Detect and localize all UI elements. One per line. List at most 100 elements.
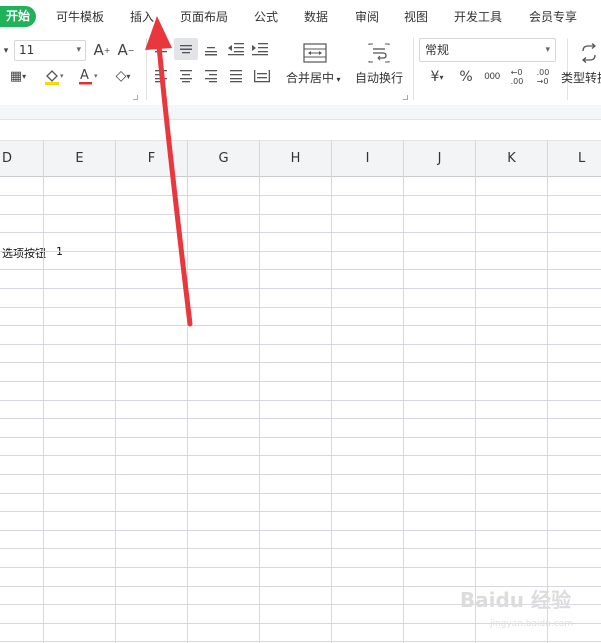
column-header-d[interactable]: D	[0, 141, 44, 177]
row-gridline	[0, 400, 601, 401]
column-header-k[interactable]: K	[476, 141, 548, 177]
tab-formulas[interactable]: 公式	[254, 8, 278, 25]
row-gridline	[0, 530, 601, 531]
row-gridline	[0, 195, 601, 196]
tab-review[interactable]: 审阅	[355, 8, 379, 25]
column-header-h[interactable]: H	[260, 141, 332, 177]
alignment-dialog-launcher-icon[interactable]	[403, 95, 408, 100]
sheet-grid[interactable]: 选项按钮 1	[0, 177, 601, 643]
wrap-text-icon[interactable]	[366, 41, 392, 65]
tab-view[interactable]: 视图	[404, 8, 428, 25]
row-gridline	[0, 511, 601, 512]
align-middle-icon[interactable]	[174, 38, 198, 60]
row-gridline	[0, 214, 601, 215]
merge-center-button[interactable]: 合并居中 ▾	[286, 69, 341, 86]
ribbon-gap	[0, 105, 601, 119]
chevron-down-icon: ▾	[76, 45, 81, 55]
type-convert-icon[interactable]	[578, 41, 600, 65]
increase-font-icon[interactable]: A +	[92, 40, 112, 60]
chevron-down-icon: ▾	[545, 45, 550, 55]
font-color-icon[interactable]: A ▾	[74, 66, 102, 86]
thousands-separator-button[interactable]: 000	[482, 67, 502, 87]
row-gridline	[0, 418, 601, 419]
currency-icon: ¥	[430, 69, 440, 85]
column-header-row: D E F G H I J K L	[0, 141, 601, 177]
eraser-icon[interactable]: ◇ ▾	[108, 66, 138, 86]
column-gridline	[547, 177, 548, 643]
fill-color-icon[interactable]: ▾	[40, 66, 68, 86]
column-gridline	[475, 177, 476, 643]
row-gridline	[0, 232, 601, 233]
justify-icon[interactable]	[227, 66, 245, 86]
cell-d-text[interactable]: 选项按钮	[2, 245, 46, 261]
column-header-f[interactable]: F	[116, 141, 188, 177]
ribbon-toolbar: ▾ 11 ▾ A + A − ▦ ▾ ▾ A ▾ ◇ ▾ 合并居中 ▾ 自动换行…	[0, 33, 601, 105]
currency-format-button[interactable]: ¥ ▾	[423, 67, 451, 87]
column-gridline	[331, 177, 332, 643]
decrease-indent-icon[interactable]	[226, 39, 246, 59]
column-gridline	[187, 177, 188, 643]
ribbon-separator	[146, 38, 147, 100]
svg-text:▾: ▾	[60, 72, 64, 80]
row-gridline	[0, 362, 601, 363]
row-gridline	[0, 567, 601, 568]
merge-center-icon[interactable]	[302, 41, 328, 65]
row-gridline	[0, 437, 601, 438]
tab-home[interactable]: 开始	[0, 6, 37, 27]
tab-templates[interactable]: 可牛模板	[56, 8, 104, 25]
column-header-j[interactable]: J	[404, 141, 476, 177]
column-header-g[interactable]: G	[188, 141, 260, 177]
svg-text:A: A	[80, 68, 89, 83]
number-format-select[interactable]: 常规 ▾	[419, 38, 556, 62]
percent-format-button[interactable]: %	[457, 67, 475, 87]
type-convert-button[interactable]: 类型转换	[561, 69, 601, 86]
column-gridline	[115, 177, 116, 643]
watermark-url: jingyan.baidu.com	[489, 619, 573, 629]
formula-bar[interactable]	[0, 119, 601, 141]
row-gridline	[0, 307, 601, 308]
align-center-icon[interactable]	[177, 66, 195, 86]
row-gridline	[0, 288, 601, 289]
align-top-icon[interactable]	[152, 39, 170, 59]
row-gridline	[0, 344, 601, 345]
align-right-icon[interactable]	[202, 66, 220, 86]
column-gridline	[403, 177, 404, 643]
increase-indent-icon[interactable]	[250, 39, 270, 59]
svg-text:▾: ▾	[94, 72, 98, 80]
menu-bar: 开始 可牛模板 插入 页面布局 公式 数据 审阅 视图 开发工具 会员专享	[0, 0, 601, 33]
font-size-value: 11	[19, 43, 35, 57]
tab-member[interactable]: 会员专享	[529, 8, 577, 25]
column-header-l[interactable]: L	[548, 141, 601, 177]
column-header-i[interactable]: I	[332, 141, 404, 177]
align-left-icon[interactable]	[152, 66, 170, 86]
distributed-align-icon[interactable]	[252, 66, 272, 86]
tab-page-layout[interactable]: 页面布局	[180, 8, 228, 25]
row-gridline	[0, 269, 601, 270]
font-name-dropdown-icon[interactable]: ▾	[0, 41, 12, 61]
column-gridline	[43, 177, 44, 643]
tab-data[interactable]: 数据	[304, 8, 328, 25]
font-dialog-launcher-icon[interactable]	[133, 95, 138, 100]
watermark-logo: Baidu 经验	[459, 588, 571, 612]
number-format-value: 常规	[425, 43, 450, 57]
border-icon[interactable]: ▦ ▾	[4, 66, 32, 86]
tab-insert[interactable]: 插入	[130, 8, 154, 25]
wrap-text-button[interactable]: 自动换行	[355, 69, 403, 86]
row-gridline	[0, 474, 601, 475]
row-gridline	[0, 455, 601, 456]
column-gridline	[259, 177, 260, 643]
tab-developer[interactable]: 开发工具	[454, 8, 502, 25]
row-gridline	[0, 493, 601, 494]
row-gridline	[0, 325, 601, 326]
decrease-decimal-button[interactable]: .00 →0	[532, 65, 554, 89]
column-header-e[interactable]: E	[44, 141, 116, 177]
merge-center-label: 合并居中	[286, 71, 335, 85]
align-bottom-icon[interactable]	[202, 39, 220, 59]
chevron-down-icon: ▾	[439, 72, 444, 82]
row-gridline	[0, 548, 601, 549]
ribbon-separator	[413, 38, 414, 100]
row-gridline	[0, 641, 601, 642]
decrease-font-icon[interactable]: A −	[116, 40, 136, 60]
increase-decimal-button[interactable]: ←0 .00	[506, 65, 528, 89]
font-size-select[interactable]: 11 ▾	[14, 40, 86, 61]
